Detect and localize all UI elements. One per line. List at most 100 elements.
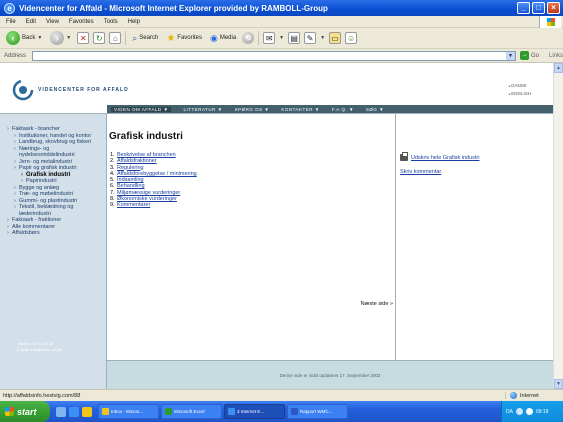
back-arrow-icon: ‹ <box>6 31 20 45</box>
word-icon <box>291 408 298 415</box>
media-button[interactable]: ◉ Media <box>208 33 238 44</box>
site-logo[interactable]: VIDENCENTER FOR AFFALD <box>12 79 129 101</box>
contact-email[interactable]: E-mail: info@wmc-net.dk <box>17 347 62 353</box>
toc-link[interactable]: Kommentarer <box>117 202 150 208</box>
start-button[interactable]: start <box>0 401 50 422</box>
favorites-button[interactable]: ★ Favorites <box>164 33 204 44</box>
excel-icon <box>165 408 172 415</box>
chevron-down-icon[interactable]: ▼ <box>320 35 325 41</box>
back-button[interactable]: ‹ Back ▼ <box>4 31 44 45</box>
menu-view[interactable]: View <box>46 19 59 25</box>
chevron-down-icon[interactable]: ▼ <box>505 51 515 60</box>
stop-icon[interactable]: ✕ <box>77 32 90 44</box>
nav-kontakter[interactable]: KONTAKTER ▼ <box>281 107 319 112</box>
nav-litteratur[interactable]: LITTERATUR ▼ <box>183 107 222 112</box>
print-all-link[interactable]: Udskriv hele Grafisk industri <box>400 152 480 161</box>
maximize-button[interactable]: □ <box>532 2 545 14</box>
print-label: Udskriv hele Grafisk industri <box>411 154 480 161</box>
task-outlook[interactable]: Inbox - Micros... <box>98 404 159 419</box>
nav-sog[interactable]: SØG ▼ <box>366 107 384 112</box>
print-icon[interactable]: ▤ <box>288 32 301 44</box>
links-button[interactable]: Links <box>549 53 563 59</box>
ie-icon: e <box>4 2 15 14</box>
toc-link[interactable]: Affaldsforebyggelse / minimering <box>117 171 197 177</box>
toc-link[interactable]: Behandling <box>117 183 145 189</box>
quick-launch <box>56 406 92 417</box>
chevron-down-icon[interactable]: ▼ <box>279 35 284 41</box>
edit-icon[interactable]: ✎ <box>304 32 317 44</box>
sidebar-menu: Faktaark - brancher Institutioner, hande… <box>0 114 106 237</box>
menu-tools[interactable]: Tools <box>104 19 118 25</box>
logo-mark-icon <box>12 79 34 101</box>
go-label: Go <box>530 52 539 59</box>
nav-faq[interactable]: F.A.Q. ▼ <box>332 107 354 112</box>
toc-item[interactable]: 9. Kommentarer <box>110 202 197 208</box>
toc-link[interactable]: Affaldsfraktioner <box>117 158 157 164</box>
task-word[interactable]: Rapport WMC... <box>287 404 348 419</box>
language-indicator[interactable]: DA <box>506 409 513 415</box>
search-button[interactable]: ⌕ Search <box>130 33 160 44</box>
clock: 09:19 <box>535 408 549 415</box>
menu-help[interactable]: Help <box>128 19 140 25</box>
toolbar: ‹ Back ▼ › ▼ ✕ ↻ ⌂ ⌕ Search ★ Favorites … <box>0 28 563 49</box>
zone-label: Internet <box>520 392 539 399</box>
volume-icon[interactable] <box>525 408 533 415</box>
home-icon[interactable]: ⌂ <box>109 32 122 44</box>
media-label: Media <box>219 35 237 41</box>
lang-dansk[interactable]: DANSK <box>509 82 531 90</box>
contact-info: Telefon: 39 31 39 30 E-mail: info@wmc-ne… <box>17 341 62 353</box>
outlook-quicklaunch-icon[interactable] <box>82 406 92 417</box>
forward-button[interactable]: › ▼ <box>48 31 73 45</box>
scroll-down-icon[interactable]: ▼ <box>554 379 563 389</box>
logo-text: VIDENCENTER FOR AFFALD <box>38 87 129 93</box>
window-title: Videncenter for Affald - Microsoft Inter… <box>19 3 328 13</box>
address-input[interactable]: ▼ <box>32 50 516 61</box>
show-desktop-icon[interactable] <box>56 406 66 417</box>
vertical-scrollbar[interactable]: ▲ ▼ <box>553 63 563 389</box>
language-switch: DANSK ENGLISH <box>509 82 531 98</box>
write-comment-link[interactable]: Skriv kommentar <box>400 169 441 175</box>
web-page: VIDENCENTER FOR AFFALD DANSK ENGLISH VID… <box>0 63 553 389</box>
windows-flag-icon <box>5 407 14 416</box>
network-icon[interactable] <box>515 408 523 415</box>
sidebar-item[interactable]: Nærings- og nydelsesmiddelindustri <box>14 146 106 159</box>
page-footer: Denne side er sidst opdateret 17. Septem… <box>107 360 553 389</box>
close-button[interactable]: × <box>547 2 560 14</box>
status-bar: http://affaldsinfo.hestvig.com/88 Intern… <box>0 389 563 401</box>
menu-favorites[interactable]: Favorites <box>69 19 94 25</box>
nav-sporg-os[interactable]: SPØRG OS ▼ <box>235 107 270 112</box>
sidebar-item[interactable]: Tekstil, beklædning og læderindustri <box>14 204 106 217</box>
nav-viden-om-affald[interactable]: VIDEN OM AFFALD ▼ <box>111 106 172 112</box>
printer-icon <box>400 152 408 161</box>
task-excel[interactable]: Microsoft Excel <box>161 404 222 419</box>
messenger-icon[interactable]: ☺ <box>345 32 358 44</box>
sidebar-item[interactable]: Affaldsbørs <box>7 230 106 237</box>
task-label: Inbox - Micros... <box>111 409 144 414</box>
media-icon: ◉ <box>209 32 218 43</box>
menu-edit[interactable]: Edit <box>26 19 36 25</box>
toc-link[interactable]: Regulering <box>117 165 144 171</box>
task-internet-explorer[interactable]: 3 Internet E... <box>224 404 285 419</box>
toc-link[interactable]: Økonomiske vurderinger <box>117 196 177 202</box>
refresh-icon[interactable]: ↻ <box>93 32 106 44</box>
toolbar-separator <box>258 31 260 45</box>
next-page-link[interactable]: Næste side » <box>361 301 393 307</box>
toc-link[interactable]: Beskrivelse af branchen <box>117 152 176 158</box>
folder-icon[interactable]: ▭ <box>329 32 342 44</box>
minimize-button[interactable]: _ <box>517 2 530 14</box>
title-bar: e Videncenter for Affald - Microsoft Int… <box>0 0 563 16</box>
taskbar: start Inbox - Micros... Microsoft Excel … <box>0 401 563 422</box>
history-icon[interactable]: ⟲ <box>242 32 255 44</box>
toc-link[interactable]: Indsamling <box>117 177 144 183</box>
site-header: VIDENCENTER FOR AFFALD DANSK ENGLISH <box>0 63 553 103</box>
menu-file[interactable]: File <box>6 19 16 25</box>
mail-icon[interactable]: ✉ <box>263 32 276 44</box>
go-button[interactable]: → Go <box>519 51 539 60</box>
ie-quicklaunch-icon[interactable] <box>69 406 79 417</box>
page-title: Grafisk industri <box>109 131 183 142</box>
toc-link[interactable]: Miljømæssige vurderinger <box>117 190 180 196</box>
scroll-up-icon[interactable]: ▲ <box>554 63 563 73</box>
address-label: Address <box>4 52 27 59</box>
favorites-label: Favorites <box>177 35 202 41</box>
lang-english[interactable]: ENGLISH <box>509 90 531 98</box>
